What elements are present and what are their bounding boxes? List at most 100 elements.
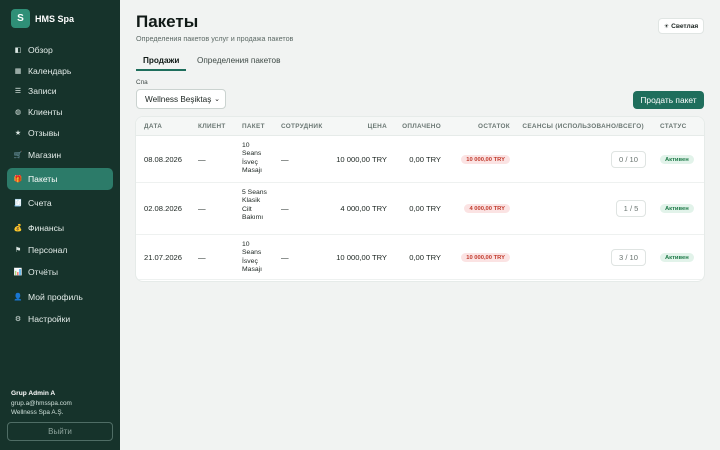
col-balance[interactable]: ОСТАТОК	[478, 123, 510, 130]
sidebar-item[interactable]: 💰 Финансы	[7, 218, 113, 238]
sidebar-item-label: Настройки	[28, 314, 71, 324]
balance-badge: 10 000,00 TRY	[461, 155, 510, 164]
staff-cell: —	[281, 204, 289, 213]
gift-icon: 🎁	[13, 176, 23, 183]
sidebar-item[interactable]: ▦ Календарь	[7, 61, 113, 81]
sidebar-item[interactable]: ☰ Записи	[7, 81, 113, 101]
status-badge: Активен	[660, 155, 694, 164]
sidebar-item-label: Отзывы	[28, 128, 60, 138]
sidebar-item-label: Отчёты	[28, 267, 58, 277]
spa-select[interactable]: Wellness Beşiktaş ⌄	[136, 89, 226, 109]
sales-table: ДАТА КЛИЕНТ ПАКЕТ СОТРУДНИК ЦЕНА ОПЛАЧЕН…	[136, 117, 704, 281]
profile-icon: 👤	[13, 294, 23, 301]
sidebar-item[interactable]: ⚙ Настройки	[7, 309, 113, 329]
col-paid[interactable]: ОПЛАЧЕНО	[402, 123, 441, 130]
sidebar-item[interactable]: 📊 Отчёты	[7, 262, 113, 282]
sidebar: S HMS Spa ◧ Обзор ▦ Календарь ☰ Записи ◍ Клиент…	[0, 0, 120, 450]
tab-package-definitions[interactable]: Определения пакетов	[190, 54, 287, 71]
col-client[interactable]: КЛИЕНТ	[198, 123, 226, 130]
staff-cell: —	[281, 253, 289, 262]
sun-icon: ☀	[663, 23, 670, 30]
paid-cell: 0,00 TRY	[409, 253, 441, 262]
tab-bar: Продажи Определения пакетов	[136, 54, 704, 71]
sidebar-item-label: Мой профиль	[28, 292, 83, 302]
sidebar-item-label: Магазин	[28, 150, 62, 160]
clients-icon: ◍	[14, 109, 22, 116]
tab-sales[interactable]: Продажи	[136, 54, 187, 71]
package-cell: 10 Seans İsveç Masajı	[242, 241, 263, 273]
col-sessions[interactable]: СЕАНСЫ (ИСПОЛЬЗОВАНО/ВСЕГО)	[522, 123, 644, 130]
shop-icon: 🛒	[13, 152, 23, 159]
gear-icon: ⚙	[14, 316, 22, 323]
status-badge: Активен	[660, 204, 694, 213]
sidebar-item-label: Финансы	[28, 223, 65, 233]
paid-cell: 0,00 TRY	[409, 155, 441, 164]
sidebar-item[interactable]: ◧ Обзор	[7, 40, 113, 60]
paid-cell: 0,00 TRY	[409, 204, 441, 213]
brand[interactable]: S HMS Spa	[11, 9, 74, 28]
star-icon: ★	[14, 130, 22, 137]
theme-toggle-button[interactable]: ☀ Светлая	[658, 18, 704, 34]
list-icon: ☰	[14, 88, 22, 95]
col-status[interactable]: СТАТУС	[660, 123, 687, 130]
sidebar-item[interactable]: 🎁 Пакеты	[7, 168, 113, 190]
staff-cell: —	[281, 155, 289, 164]
sidebar-item[interactable]: 🧾 Счета	[7, 193, 113, 213]
chevron-down-icon: ⌄	[214, 96, 220, 103]
user-company: Wellness Spa A.Ş.	[11, 409, 64, 416]
staff-icon: ⚑	[14, 247, 22, 254]
sidebar-item[interactable]: ⚑ Персонал	[7, 240, 113, 260]
status-badge: Активен	[660, 253, 694, 262]
page-title: Пакеты	[136, 12, 199, 31]
chart-icon: 📊	[13, 269, 23, 276]
price-cell: 10 000,00 TRY	[336, 155, 387, 164]
page-subtitle: Определения пакетов услуг и продажа паке…	[136, 34, 294, 43]
user-email: grup.a@hmsspa.com	[11, 400, 72, 407]
sidebar-item-label: Записи	[28, 86, 57, 96]
col-package[interactable]: ПАКЕТ	[242, 123, 265, 130]
sidebar-item-label: Обзор	[28, 45, 53, 55]
balance-badge: 4 000,00 TRY	[464, 204, 510, 213]
price-cell: 10 000,00 TRY	[336, 253, 387, 262]
sidebar-item[interactable]: ◍ Клиенты	[7, 102, 113, 122]
client-cell: —	[198, 204, 206, 213]
brand-logo: S	[11, 9, 30, 28]
sessions-cell[interactable]: 1 / 5	[616, 200, 646, 217]
sidebar-item[interactable]: ★ Отзывы	[7, 123, 113, 143]
spa-select-label: Спа	[136, 79, 148, 86]
calendar-icon: ▦	[14, 68, 22, 75]
sessions-cell[interactable]: 0 / 10	[611, 151, 646, 168]
sidebar-item[interactable]: 👤 Мой профиль	[7, 287, 113, 307]
sidebar-item-label: Счета	[28, 198, 52, 208]
col-price[interactable]: ЦЕНА	[368, 123, 387, 130]
date-cell: 08.08.2026	[144, 155, 183, 164]
table-row[interactable]: 02.08.2026 — 5 Seans Klasik Cilt Bakımı — 4 …	[136, 183, 704, 235]
theme-label: Светлая	[671, 22, 699, 30]
brand-name: HMS Spa	[35, 13, 75, 24]
sessions-cell[interactable]: 3 / 10	[611, 249, 646, 266]
money-bag-icon: 💰	[13, 225, 23, 232]
price-cell: 4 000,00 TRY	[340, 204, 387, 213]
dashboard-icon: ◧	[14, 47, 22, 54]
table-row[interactable]: 21.07.2026 — 10 Seans İsveç Masajı — 10 000,…	[136, 235, 704, 280]
sell-package-button[interactable]: Продать пакет	[633, 91, 704, 109]
date-cell: 21.07.2026	[144, 253, 183, 262]
receipt-icon: 🧾	[13, 200, 23, 207]
col-date[interactable]: ДАТА	[144, 123, 162, 130]
table-row[interactable]: 08.08.2026 — 10 Seans İsveç Masajı — 10 000,…	[136, 136, 704, 183]
user-name: Grup Admin A	[11, 390, 56, 397]
spa-select-value: Wellness Beşiktaş	[145, 94, 212, 104]
logout-button[interactable]: Выйти	[7, 422, 113, 441]
sidebar-item-label: Персонал	[28, 245, 68, 255]
sidebar-item-label: Пакеты	[28, 174, 58, 184]
client-cell: —	[198, 155, 206, 164]
table-header: ДАТА КЛИЕНТ ПАКЕТ СОТРУДНИК ЦЕНА ОПЛАЧЕН…	[136, 117, 704, 136]
sidebar-item-label: Клиенты	[28, 107, 63, 117]
package-cell: 5 Seans Klasik Cilt Bakımı	[242, 189, 267, 221]
sidebar-item-label: Календарь	[28, 66, 72, 76]
balance-badge: 10 000,00 TRY	[461, 253, 510, 262]
date-cell: 02.08.2026	[144, 204, 183, 213]
package-cell: 10 Seans İsveç Masajı	[242, 142, 263, 174]
col-staff[interactable]: СОТРУДНИК	[281, 123, 323, 130]
sidebar-item[interactable]: 🛒 Магазин	[7, 145, 113, 165]
